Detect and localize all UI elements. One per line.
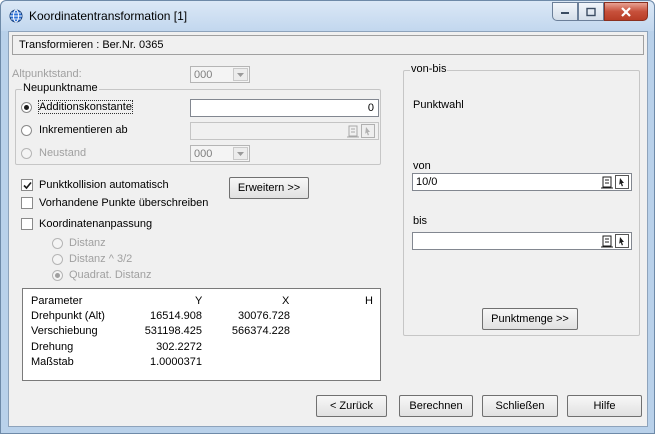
koordinatenanpassung-label[interactable]: Koordinatenanpassung (39, 218, 152, 230)
radio-additionskonstante[interactable] (21, 102, 32, 113)
parameter-table: Parameter Y X H Drehpunkt (Alt) 16514.90… (22, 288, 381, 381)
close-button[interactable] (604, 2, 648, 21)
param-row-y: 1.0000371 (150, 356, 202, 368)
vorhandene-checkbox[interactable] (21, 197, 33, 209)
param-row-y: 16514.908 (150, 310, 202, 322)
list-picker-icon (347, 125, 359, 138)
param-header-parameter: Parameter (31, 295, 83, 307)
chevron-down-icon (237, 152, 244, 156)
berechnen-button[interactable]: Berechnen (399, 395, 473, 417)
punktkollision-checkbox[interactable] (21, 179, 33, 191)
punktkollision-label[interactable]: Punktkollision automatisch (39, 179, 169, 191)
param-header-h: H (365, 295, 373, 307)
inkrementieren-label[interactable]: Inkrementieren ab (39, 124, 128, 136)
header-text: Transformieren : Ber.Nr. 0365 (19, 39, 164, 51)
neustand-combo: 000 (190, 145, 250, 162)
maximize-button[interactable] (578, 2, 604, 21)
param-row-label: Drehung (31, 341, 74, 353)
point-picker-icon[interactable] (615, 234, 629, 248)
checkmark-icon (23, 181, 32, 190)
hilfe-button[interactable]: Hilfe (567, 395, 642, 417)
maximize-icon (586, 7, 596, 16)
distanz32-label: Distanz ^ 3/2 (69, 253, 133, 265)
param-row-x: 30076.728 (238, 310, 290, 322)
altpunktstand-value: 000 (194, 69, 213, 81)
radio-quadrat-distanz (52, 270, 63, 281)
altpunktstand-combo[interactable]: 000 (190, 66, 250, 83)
globe-icon (9, 9, 23, 23)
von-value: 10/0 (416, 176, 438, 188)
chevron-down-icon (237, 73, 244, 77)
altpunktstand-dropdown[interactable] (233, 68, 248, 81)
point-picker-icon[interactable] (615, 175, 629, 189)
param-row-label: Verschiebung (31, 325, 98, 337)
param-header-y: Y (195, 295, 203, 307)
param-row-label: Maßstab (31, 356, 74, 368)
param-row-y: 302.2272 (156, 341, 202, 353)
bis-label: bis (413, 215, 428, 227)
close-icon (621, 6, 631, 17)
bis-input[interactable] (412, 232, 632, 250)
von-input[interactable]: 10/0 (412, 173, 632, 191)
additionskonstante-value: 0 (367, 102, 374, 114)
title-bar[interactable]: Koordinatentransformation [1] (1, 1, 654, 31)
param-row-x: 566374.228 (231, 325, 290, 337)
neustand-dropdown (233, 147, 248, 160)
minimize-button[interactable] (552, 2, 578, 21)
minimize-icon (561, 11, 569, 14)
quadrat-distanz-label: Quadrat. Distanz (69, 269, 152, 281)
list-picker-icon[interactable] (600, 175, 614, 189)
koordinatenanpassung-checkbox[interactable] (21, 218, 33, 230)
window-title: Koordinatentransformation [1] (29, 9, 188, 23)
radio-distanz (52, 238, 63, 249)
param-row-label: Drehpunkt (Alt) (31, 310, 105, 322)
altpunktstand-label: Altpunktstand: (12, 68, 82, 80)
schliessen-button[interactable]: Schließen (482, 395, 558, 417)
distanz-label: Distanz (69, 237, 106, 249)
param-header-x: X (282, 295, 290, 307)
radio-distanz32 (52, 254, 63, 265)
zurueck-button[interactable]: < Zurück (316, 395, 387, 417)
additionskonstante-input[interactable]: 0 (190, 99, 379, 117)
additionskonstante-label[interactable]: Additionskonstante (38, 100, 133, 114)
param-row-y: 531198.425 (144, 325, 202, 337)
von-label: von (413, 160, 431, 172)
point-picker-icon (361, 124, 375, 138)
punktmenge-button[interactable]: Punktmenge >> (482, 308, 578, 330)
neustand-value: 000 (194, 148, 213, 160)
von-bis-group-title: von-bis (410, 63, 448, 75)
neustand-label: Neustand (39, 147, 87, 159)
vorhandene-label[interactable]: Vorhandene Punkte überschreiben (39, 197, 208, 209)
radio-inkrementieren[interactable] (21, 125, 32, 136)
list-picker-icon[interactable] (600, 234, 614, 248)
radio-neustand[interactable] (21, 148, 32, 159)
dialog-window: Koordinatentransformation [1] Transformi… (0, 0, 655, 434)
punktwahl-label: Punktwahl (413, 99, 464, 111)
erweitern-button[interactable]: Erweitern >> (229, 177, 309, 199)
neupunktname-group-title: Neupunktname (22, 82, 99, 94)
header-bar: Transformieren : Ber.Nr. 0365 (12, 35, 644, 55)
dialog-client: Transformieren : Ber.Nr. 0365 Altpunktst… (8, 31, 648, 427)
